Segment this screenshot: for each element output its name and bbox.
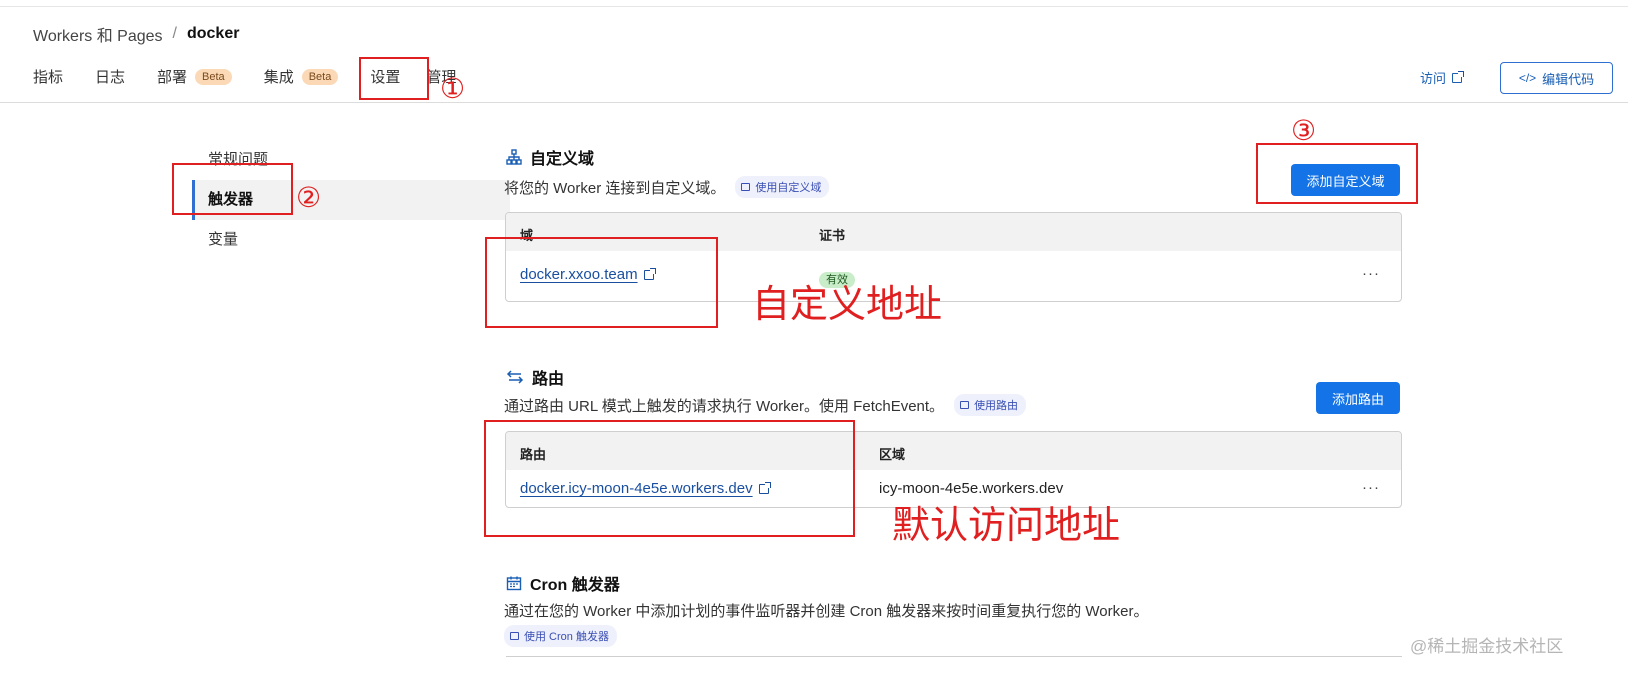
annotation-step1: ① bbox=[440, 73, 466, 104]
beta-badge: Beta bbox=[301, 68, 339, 85]
swap-arrows-icon bbox=[506, 370, 524, 384]
edit-code-button[interactable]: </> 编辑代码 bbox=[1500, 62, 1613, 94]
custom-domain-description: 将您的 Worker 连接到自定义域。 使用自定义域 bbox=[504, 176, 830, 198]
calendar-icon bbox=[506, 576, 522, 591]
custom-domain-doc-link[interactable]: 使用自定义域 bbox=[735, 176, 830, 198]
annotation-step2: ② bbox=[296, 182, 322, 213]
tab-label: 指标 bbox=[33, 69, 64, 86]
tab-label: 集成 bbox=[263, 69, 294, 86]
annotation-box-default-route bbox=[484, 420, 855, 537]
code-icon: </> bbox=[1518, 71, 1537, 85]
annotation-default-address: 默认访问地址 bbox=[892, 505, 1121, 547]
tab-metrics[interactable]: 指标 bbox=[33, 66, 63, 87]
tab-logs[interactable]: 日志 bbox=[95, 66, 125, 87]
annotation-box-settings bbox=[359, 57, 429, 100]
cron-title: Cron 触发器 bbox=[506, 571, 620, 595]
external-link-icon bbox=[1452, 70, 1465, 83]
description-text: 将您的 Worker 连接到自定义域。 bbox=[504, 179, 726, 197]
zone-value: icy-moon-4e5e.workers.dev bbox=[879, 480, 1064, 497]
cron-table-edge bbox=[506, 656, 1402, 657]
watermark: @稀土掘金技术社区 bbox=[1410, 637, 1564, 656]
cron-doc-row: 使用 Cron 触发器 bbox=[504, 625, 617, 647]
routes-doc-link[interactable]: 使用路由 bbox=[954, 394, 1027, 416]
annotation-custom-address: 自定义地址 bbox=[752, 284, 943, 326]
book-icon bbox=[960, 401, 970, 409]
section-title-text: Cron 触发器 bbox=[530, 577, 620, 594]
edit-code-label: 编辑代码 bbox=[1542, 71, 1595, 87]
breadcrumb: Workers 和 Pages / docker bbox=[33, 22, 239, 46]
breadcrumb-separator: / bbox=[172, 25, 177, 42]
doc-link-label: 使用 Cron 触发器 bbox=[524, 631, 609, 643]
doc-link-label: 使用自定义域 bbox=[755, 182, 822, 194]
tab-integrations[interactable]: 集成 Beta bbox=[264, 66, 339, 87]
tab-label: 部署 bbox=[157, 69, 188, 86]
description-text: 通过路由 URL 模式上触发的请求执行 Worker。使用 FetchEvent… bbox=[504, 397, 945, 415]
visit-label: 访问 bbox=[1420, 71, 1447, 86]
book-icon bbox=[510, 632, 519, 640]
annotation-box-add-domain bbox=[1256, 143, 1418, 204]
visit-link[interactable]: 访问 bbox=[1420, 68, 1465, 87]
custom-domain-title: 自定义域 bbox=[506, 145, 594, 169]
tab-deployments[interactable]: 部署 Beta bbox=[157, 66, 232, 87]
section-title-text: 路由 bbox=[532, 371, 565, 388]
annotation-box-triggers bbox=[172, 163, 293, 215]
annotation-box-custom-domain bbox=[485, 237, 718, 328]
add-route-button[interactable]: 添加路由 bbox=[1316, 382, 1400, 414]
book-icon bbox=[741, 183, 751, 191]
top-border bbox=[0, 6, 1628, 7]
column-header-certificate: 证书 bbox=[819, 228, 846, 243]
routes-title: 路由 bbox=[506, 365, 564, 389]
breadcrumb-parent[interactable]: Workers 和 Pages bbox=[33, 22, 163, 46]
tabs-divider bbox=[0, 102, 1628, 103]
breadcrumb-current: docker bbox=[186, 25, 240, 42]
routes-description: 通过路由 URL 模式上触发的请求执行 Worker。使用 FetchEvent… bbox=[504, 394, 1027, 416]
tab-label: 日志 bbox=[95, 69, 126, 86]
beta-badge: Beta bbox=[195, 68, 232, 85]
annotation-step3: ③ bbox=[1291, 115, 1317, 146]
row-menu-button[interactable]: ··· bbox=[1362, 265, 1380, 282]
cron-description: 通过在您的 Worker 中添加计划的事件监听器并创建 Cron 触发器来按时间… bbox=[504, 603, 1149, 620]
sitemap-icon bbox=[506, 149, 522, 165]
row-menu-button[interactable]: ··· bbox=[1362, 479, 1380, 496]
doc-link-label: 使用路由 bbox=[974, 400, 1019, 412]
sidenav-item-variables[interactable]: 变量 bbox=[192, 220, 510, 260]
column-header-zone: 区域 bbox=[879, 447, 906, 462]
cron-doc-link[interactable]: 使用 Cron 触发器 bbox=[504, 625, 617, 647]
section-title-text: 自定义域 bbox=[530, 151, 595, 168]
